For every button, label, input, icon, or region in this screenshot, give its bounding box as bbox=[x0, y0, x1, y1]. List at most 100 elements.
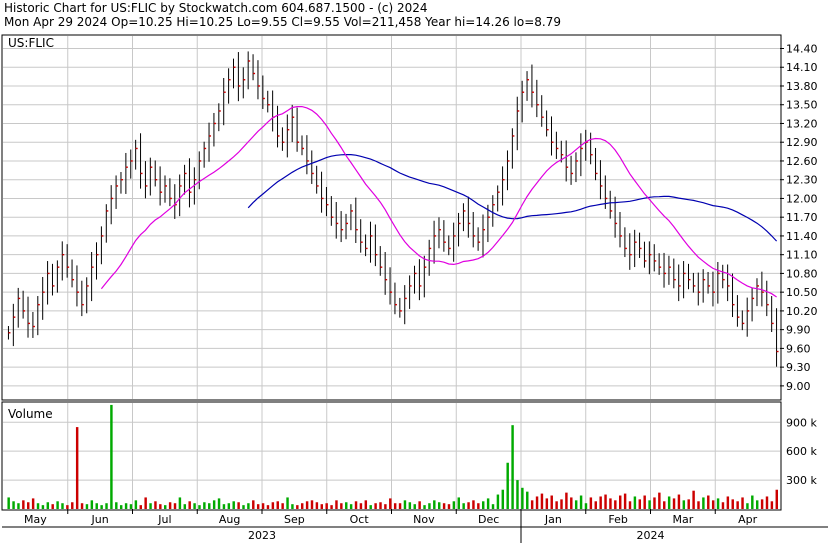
volume-bar bbox=[256, 504, 260, 509]
volume-bar bbox=[760, 499, 764, 509]
volume-bar bbox=[100, 505, 103, 509]
volume-bar bbox=[565, 492, 568, 509]
volume-bar bbox=[618, 495, 622, 509]
volume-bar bbox=[222, 504, 226, 509]
volume-bar bbox=[266, 505, 270, 509]
volume-tick-label: 300 k bbox=[786, 474, 817, 487]
volume-bar bbox=[144, 497, 147, 509]
volume-bar bbox=[511, 425, 514, 509]
volume-bar bbox=[433, 500, 436, 509]
volume-bar bbox=[677, 494, 681, 509]
volume-bar bbox=[599, 496, 602, 509]
volume-bar bbox=[379, 502, 382, 509]
volume-bar bbox=[570, 497, 573, 509]
volume-bar bbox=[159, 504, 162, 509]
volume-bar bbox=[237, 502, 240, 509]
price-tick-label: 9.30 bbox=[786, 361, 811, 374]
volume-bar bbox=[374, 503, 377, 509]
month-label: Jun bbox=[91, 513, 109, 526]
volume-bar bbox=[452, 501, 456, 509]
volume-bar bbox=[369, 505, 372, 509]
volume-bar bbox=[193, 503, 196, 509]
price-tick-label: 12.00 bbox=[786, 192, 818, 205]
month-label: Sep bbox=[284, 513, 305, 526]
volume-axis: 900 k 600 k 300 k bbox=[786, 416, 817, 487]
volume-bar bbox=[526, 491, 529, 509]
volume-bar bbox=[751, 495, 754, 509]
volume-bar bbox=[349, 504, 353, 509]
volume-bar bbox=[164, 505, 167, 509]
volume-bar bbox=[638, 499, 642, 509]
volume-bar bbox=[36, 503, 40, 509]
volume-bar bbox=[755, 500, 759, 509]
volume-bar bbox=[609, 498, 612, 509]
month-label: Apr bbox=[738, 513, 758, 526]
volume-bar bbox=[75, 427, 79, 509]
volume-bar bbox=[501, 489, 505, 509]
volume-bar bbox=[604, 494, 607, 509]
price-tick-label: 14.10 bbox=[786, 61, 818, 74]
price-tick-label: 11.70 bbox=[786, 211, 818, 224]
volume-bar bbox=[746, 503, 749, 509]
volume-bar bbox=[442, 503, 446, 509]
volume-bar bbox=[359, 503, 363, 509]
year-label: 2023 bbox=[248, 529, 276, 542]
volume-bar bbox=[261, 503, 265, 509]
volume-bar bbox=[482, 501, 485, 509]
volume-bar bbox=[242, 505, 245, 509]
volume-tick-label: 600 k bbox=[786, 445, 817, 458]
volume-bar bbox=[300, 503, 304, 509]
volume-bar bbox=[428, 503, 431, 509]
price-tick-label: 12.90 bbox=[786, 136, 818, 149]
volume-bar bbox=[105, 503, 108, 509]
volume-bar bbox=[775, 489, 778, 509]
volume-bar bbox=[663, 501, 666, 509]
volume-bar bbox=[535, 496, 539, 509]
volume-bar bbox=[687, 499, 690, 509]
month-label: Jan bbox=[544, 513, 562, 526]
volume-bar bbox=[408, 502, 412, 509]
volume-bar bbox=[203, 502, 206, 509]
volume-bar bbox=[423, 505, 426, 509]
price-tick-label: 12.60 bbox=[786, 155, 818, 168]
volume-bar bbox=[291, 504, 294, 509]
volume-bar bbox=[95, 503, 98, 509]
volume-bar bbox=[702, 497, 705, 509]
volume-bar bbox=[56, 501, 59, 509]
volume-bar bbox=[320, 504, 324, 509]
month-label: Aug bbox=[219, 513, 240, 526]
volume-bar bbox=[765, 496, 769, 509]
month-label: Feb bbox=[608, 513, 627, 526]
volume-bar bbox=[31, 498, 35, 509]
volume-bar bbox=[462, 503, 465, 509]
volume-bar bbox=[648, 500, 651, 509]
month-label: Nov bbox=[413, 513, 435, 526]
price-tick-label: 11.40 bbox=[786, 230, 818, 243]
volume-bar bbox=[212, 500, 216, 509]
stock-chart: US:FLIC Volume 14.40 14.10 13.80 13.50 13.20… bbox=[1, 34, 828, 543]
volume-bar bbox=[579, 495, 583, 509]
volume-bar bbox=[393, 503, 397, 509]
volume-bar bbox=[545, 498, 549, 509]
volume-bar bbox=[335, 500, 338, 509]
volume-bar bbox=[61, 503, 64, 509]
volume-bar bbox=[22, 500, 25, 509]
volume-bar bbox=[71, 502, 74, 509]
volume-bar bbox=[305, 501, 309, 509]
volume-bar bbox=[17, 503, 20, 509]
volume-bar bbox=[389, 498, 392, 509]
volume-bar bbox=[247, 503, 250, 509]
volume-bar bbox=[315, 502, 319, 509]
volume-bar bbox=[540, 493, 544, 509]
volume-bar bbox=[198, 505, 201, 509]
volume-bar bbox=[770, 501, 774, 509]
volume-bar bbox=[271, 502, 275, 509]
price-tick-label: 14.40 bbox=[786, 42, 818, 55]
volume-bar bbox=[276, 501, 279, 509]
volume-bar bbox=[707, 495, 710, 509]
volume-bar bbox=[721, 502, 725, 509]
volume-bar bbox=[555, 501, 558, 509]
volume-bar bbox=[653, 497, 656, 509]
volume-bar bbox=[80, 503, 84, 509]
volume-label: Volume bbox=[8, 407, 53, 421]
